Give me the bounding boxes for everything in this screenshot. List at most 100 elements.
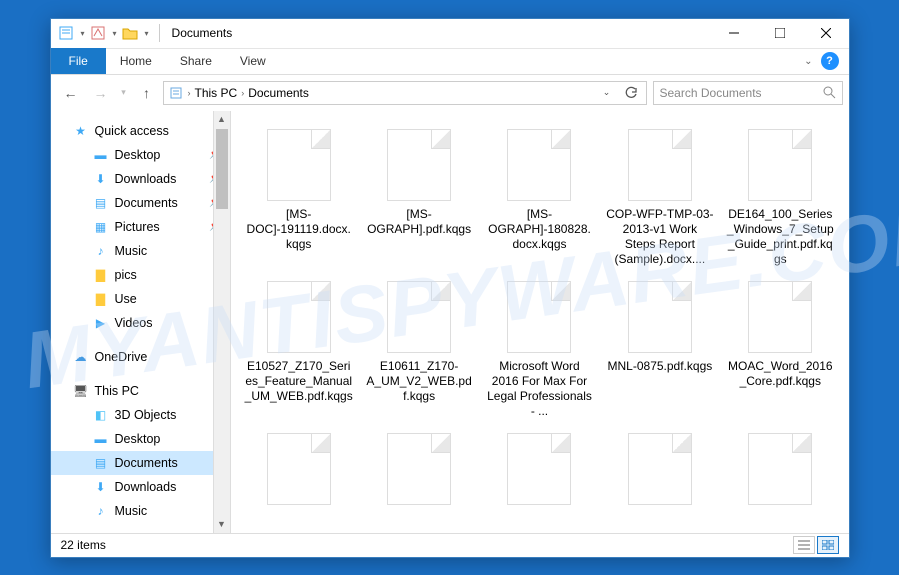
file-item[interactable] bbox=[361, 429, 477, 533]
details-view-button[interactable] bbox=[793, 536, 815, 554]
main-area: ★Quick access ▬Desktop📌 ⬇Downloads📌 ▤Doc… bbox=[51, 111, 849, 533]
file-item[interactable]: Microsoft Word 2016 For Max For Legal Pr… bbox=[481, 277, 597, 423]
scroll-down-icon[interactable]: ▼ bbox=[214, 516, 230, 533]
sidebar-item-documents[interactable]: ▤Documents📌 bbox=[51, 191, 230, 215]
file-item[interactable] bbox=[241, 429, 357, 533]
file-item[interactable]: E10611_Z170-A_UM_V2_WEB.pdf.kqgs bbox=[361, 277, 477, 423]
file-tab[interactable]: File bbox=[51, 48, 106, 74]
sidebar-item-label: Use bbox=[115, 292, 137, 306]
documents-icon: ▤ bbox=[93, 455, 109, 471]
sidebar-item-label: Music bbox=[115, 504, 148, 518]
recent-dropdown-icon[interactable]: ▾ bbox=[117, 79, 131, 107]
forward-button[interactable]: → bbox=[87, 79, 115, 107]
chevron-right-icon[interactable]: › bbox=[241, 88, 244, 98]
ribbon-expand-icon[interactable]: ⌄ bbox=[804, 56, 812, 67]
sidebar-item-label: Documents bbox=[115, 456, 178, 470]
sidebar-item-label: 3D Objects bbox=[115, 408, 177, 422]
sidebar-item-label: Quick access bbox=[95, 124, 169, 138]
file-item[interactable] bbox=[602, 429, 718, 533]
folder-qat-icon bbox=[121, 24, 139, 42]
downloads-icon: ⬇ bbox=[93, 479, 109, 495]
help-icon[interactable]: ? bbox=[821, 52, 839, 70]
sidebar-item-desktop[interactable]: ▬Desktop📌 bbox=[51, 143, 230, 167]
blank-file-icon bbox=[387, 433, 451, 505]
sidebar-item-label: Documents bbox=[115, 196, 178, 210]
properties-icon[interactable] bbox=[57, 24, 75, 42]
file-item[interactable]: MOAC_Word_2016_Core.pdf.kqgs bbox=[722, 277, 838, 423]
sidebar-item-label: Downloads bbox=[115, 480, 177, 494]
close-button[interactable] bbox=[803, 18, 849, 48]
file-item[interactable]: [MS-OGRAPH].pdf.kqgs bbox=[361, 125, 477, 271]
file-name: MNL-0875.pdf.kqgs bbox=[608, 359, 713, 389]
sidebar-item-music2[interactable]: ♪ Music bbox=[51, 499, 230, 523]
item-count: 22 items bbox=[61, 538, 106, 552]
sidebar-item-videos[interactable]: ▶Videos bbox=[51, 311, 230, 335]
sidebar-item-downloads2[interactable]: ⬇ Downloads bbox=[51, 475, 230, 499]
scroll-thumb[interactable] bbox=[216, 129, 228, 209]
blank-file-icon bbox=[507, 129, 571, 201]
scroll-up-icon[interactable]: ▲ bbox=[214, 111, 230, 128]
sidebar-item-use[interactable]: ▇Use bbox=[51, 287, 230, 311]
file-item[interactable]: [MS-DOC]-191119.docx.kqgs bbox=[241, 125, 357, 271]
qat-menu-icon[interactable]: ▾ bbox=[145, 29, 149, 38]
sidebar-item-label: OneDrive bbox=[95, 350, 148, 364]
sidebar-onedrive[interactable]: ☁OneDrive bbox=[51, 345, 230, 369]
sidebar-scrollbar[interactable]: ▲ ▼ bbox=[213, 111, 230, 533]
view-tab[interactable]: View bbox=[226, 50, 280, 72]
file-item[interactable]: DE164_100_Series_Windows_7_Setup_Guide_p… bbox=[722, 125, 838, 271]
videos-icon: ▶ bbox=[93, 315, 109, 331]
blank-file-icon bbox=[387, 129, 451, 201]
sidebar-item-3dobjects[interactable]: ◧ 3D Objects bbox=[51, 403, 230, 427]
file-item[interactable]: MNL-0875.pdf.kqgs bbox=[602, 277, 718, 423]
sidebar-item-downloads[interactable]: ⬇Downloads📌 bbox=[51, 167, 230, 191]
qat-dropdown-icon[interactable]: ▾ bbox=[81, 29, 85, 38]
properties2-icon[interactable] bbox=[89, 24, 107, 42]
sidebar-item-label: Music bbox=[115, 244, 148, 258]
file-name: E10611_Z170-A_UM_V2_WEB.pdf.kqgs bbox=[365, 359, 473, 404]
history-dropdown-icon[interactable]: ⌄ bbox=[596, 86, 618, 100]
breadcrumb-root[interactable]: This PC bbox=[195, 86, 238, 100]
star-icon: ★ bbox=[73, 123, 89, 139]
home-tab[interactable]: Home bbox=[106, 50, 166, 72]
search-placeholder: Search Documents bbox=[660, 86, 762, 100]
desktop-icon: ▬ bbox=[93, 431, 109, 447]
blank-file-icon bbox=[628, 129, 692, 201]
sidebar-item-documents2[interactable]: ▤ Documents bbox=[51, 451, 230, 475]
up-button[interactable]: ↑ bbox=[133, 79, 161, 107]
file-item[interactable]: [MS-OGRAPH]-180828.docx.kqgs bbox=[481, 125, 597, 271]
sidebar-quick-access[interactable]: ★ Quick access bbox=[51, 119, 230, 143]
chevron-right-icon[interactable]: › bbox=[188, 88, 191, 98]
sidebar-this-pc[interactable]: 🖥This PC bbox=[51, 379, 230, 403]
sidebar-item-pics[interactable]: ▇pics bbox=[51, 263, 230, 287]
refresh-icon[interactable] bbox=[620, 86, 642, 100]
breadcrumb-current[interactable]: Documents bbox=[248, 86, 309, 100]
desktop-icon: ▬ bbox=[93, 147, 109, 163]
sidebar-item-desktop2[interactable]: ▬Desktop bbox=[51, 427, 230, 451]
cube-icon: ◧ bbox=[93, 407, 109, 423]
blank-file-icon bbox=[267, 129, 331, 201]
window-title: Documents bbox=[172, 26, 233, 40]
ribbon: File Home Share View ⌄ ? bbox=[51, 49, 849, 75]
search-input[interactable]: Search Documents bbox=[653, 81, 843, 105]
share-tab[interactable]: Share bbox=[166, 50, 226, 72]
maximize-button[interactable] bbox=[757, 18, 803, 48]
folder-icon: ▇ bbox=[93, 267, 109, 283]
file-item[interactable]: E10527_Z170_Series_Feature_Manual_UM_WEB… bbox=[241, 277, 357, 423]
file-item[interactable] bbox=[722, 429, 838, 533]
blank-file-icon bbox=[507, 281, 571, 353]
search-icon bbox=[823, 86, 836, 99]
back-button[interactable]: ← bbox=[57, 79, 85, 107]
navigation-pane: ★Quick access ▬Desktop📌 ⬇Downloads📌 ▤Doc… bbox=[51, 111, 231, 533]
file-item[interactable] bbox=[481, 429, 597, 533]
icons-view-button[interactable] bbox=[817, 536, 839, 554]
file-item[interactable]: COP-WFP-TMP-03-2013-v1 Work Steps Report… bbox=[602, 125, 718, 271]
music-icon: ♪ bbox=[93, 503, 109, 519]
address-bar[interactable]: › This PC › Documents ⌄ bbox=[163, 81, 647, 105]
minimize-button[interactable] bbox=[711, 18, 757, 48]
qat-dropdown2-icon[interactable]: ▾ bbox=[113, 29, 117, 38]
sidebar-item-label: Desktop bbox=[115, 148, 161, 162]
sidebar-item-label: Pictures bbox=[115, 220, 160, 234]
file-name: Microsoft Word 2016 For Max For Legal Pr… bbox=[485, 359, 593, 419]
sidebar-item-pictures[interactable]: ▦Pictures📌 bbox=[51, 215, 230, 239]
sidebar-item-music[interactable]: ♪Music bbox=[51, 239, 230, 263]
